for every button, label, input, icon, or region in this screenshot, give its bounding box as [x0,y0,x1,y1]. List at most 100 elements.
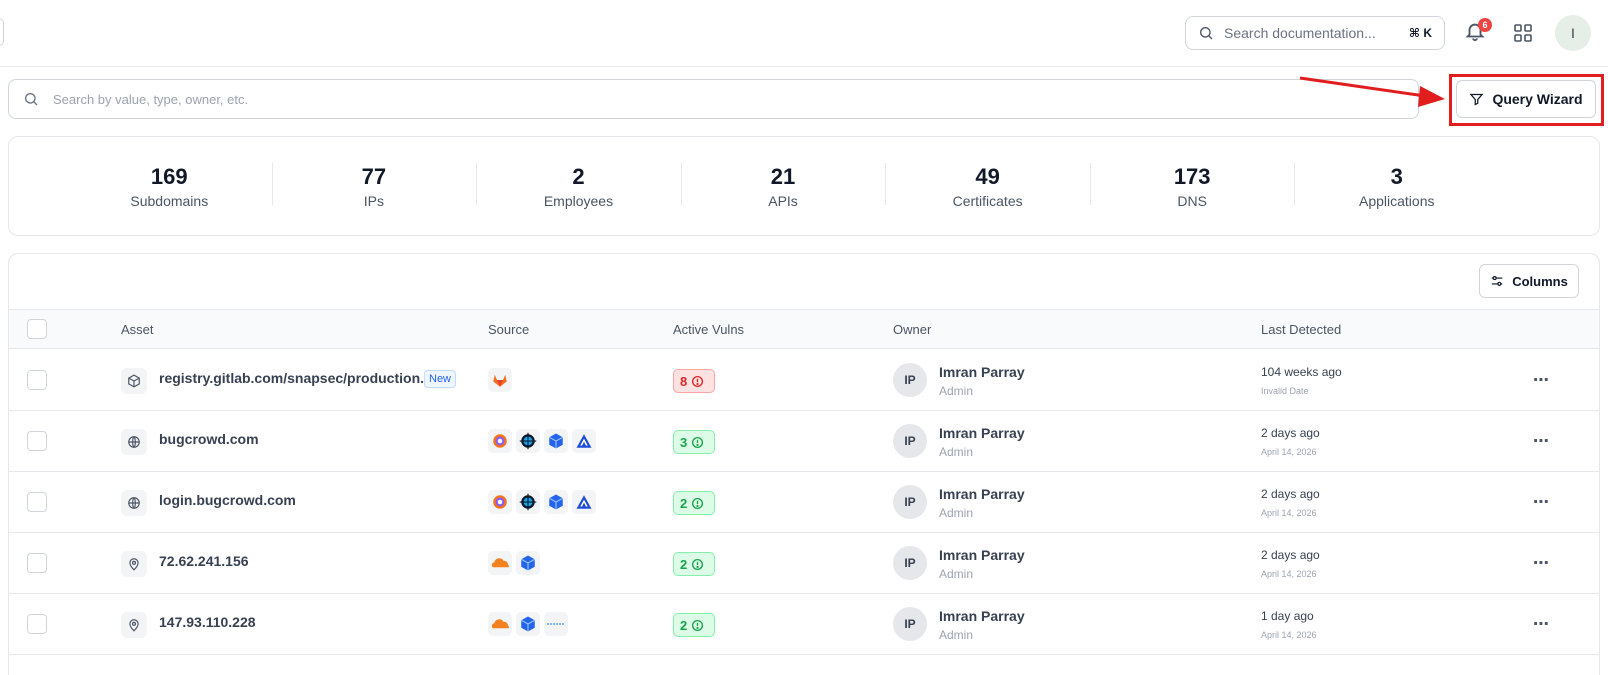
cloudflare-icon [488,612,512,636]
column-header-last-detected[interactable]: Last Detected [1261,322,1341,337]
stat-dns[interactable]: 173 DNS [1089,163,1295,209]
asset-name[interactable]: login.bugcrowd.com [159,492,296,508]
owner-name: Imran Parray [939,486,1025,502]
doc-search-input[interactable]: Search documentation... ⌘ K [1185,16,1445,50]
alert-circle-icon [692,619,704,631]
crosshair-globe-icon [516,490,540,514]
source-icons [488,612,568,636]
row-actions-menu[interactable]: ⋯ [1533,431,1550,451]
target-icon [488,429,512,453]
source-icons [488,551,540,575]
asset-name[interactable]: registry.gitlab.com/snapsec/production..… [159,370,432,386]
assets-table-card: Columns Asset Source Active Vulns Owner … [8,253,1600,675]
stat-subdomains[interactable]: 169 Subdomains [67,163,272,209]
stat-value: 2 [572,164,585,189]
cube-icon [544,490,568,514]
row-actions-menu[interactable]: ⋯ [1533,553,1550,573]
location-pin-icon [121,551,147,577]
stat-employees[interactable]: 2 Employees [476,163,681,209]
search-icon [25,93,38,106]
stat-apis[interactable]: 21 APIs [680,163,886,209]
owner-role: Admin [939,506,974,520]
query-wizard-button[interactable]: Query Wizard [1456,80,1596,118]
grid-icon [1514,24,1532,42]
alert-circle-icon [692,497,704,509]
asset-name[interactable]: 72.62.241.156 [159,553,249,569]
last-detected-date: April 14, 2026 [1261,630,1317,640]
column-header-source[interactable]: Source [488,322,529,337]
location-pin-icon [121,612,147,638]
table-row[interactable]: registry.gitlab.com/snapsec/production..… [9,350,1599,411]
active-vulns-badge[interactable]: 2 [673,552,715,576]
active-vulns-badge[interactable]: 3 [673,430,715,454]
last-detected: 2 days ago [1261,487,1320,501]
cube-icon [516,612,540,636]
last-detected: 1 day ago [1261,609,1314,623]
row-checkbox[interactable] [27,370,47,390]
vuln-count: 2 [680,495,688,511]
container-icon [121,368,147,394]
crosshair-globe-icon [516,429,540,453]
active-vulns-badge[interactable]: 2 [673,491,715,515]
active-vulns-badge[interactable]: 2 [673,613,715,637]
stat-label: APIs [768,193,798,209]
top-bar: Search documentation... ⌘ K 6 I [0,0,1608,67]
last-detected-date: April 14, 2026 [1261,447,1317,457]
owner-role: Admin [939,445,974,459]
owner-avatar: IP [893,485,927,519]
table-row[interactable]: login.bugcrowd.com 2 IP Imran Parray Admin 2 … [9,472,1599,533]
row-checkbox[interactable] [27,492,47,512]
table-row[interactable]: 147.93.110.228 2 IP Imran Parray Admin 1 day … [9,594,1599,655]
columns-button[interactable]: Columns [1479,264,1579,298]
globe-icon [121,429,147,455]
vuln-count: 8 [680,373,688,389]
stat-label: Applications [1359,193,1435,209]
row-actions-menu[interactable]: ⋯ [1533,614,1550,634]
row-actions-menu[interactable]: ⋯ [1533,370,1550,390]
stat-label: Employees [543,193,614,209]
cloudflare-icon [488,551,512,575]
gitlab-icon [488,368,512,392]
user-avatar[interactable]: I [1555,15,1591,51]
column-header-asset[interactable]: Asset [121,322,154,337]
row-checkbox[interactable] [27,553,47,573]
column-header-active-vulns[interactable]: Active Vulns [673,322,744,337]
dots-line-icon [544,612,568,636]
stat-ips[interactable]: 77 IPs [271,163,477,209]
apps-grid-button[interactable] [1513,23,1533,43]
last-detected-date: Invalid Date [1261,386,1309,396]
active-vulns-badge[interactable]: 8 [673,369,715,393]
last-detected: 2 days ago [1261,426,1320,440]
row-actions-menu[interactable]: ⋯ [1533,492,1550,512]
sliders-icon [1491,276,1503,286]
stat-label: DNS [1177,193,1207,209]
sidebar-toggle-edge[interactable] [0,18,4,46]
table-row[interactable]: bugcrowd.com 3 IP Imran Parray Admin 2 days a… [9,411,1599,472]
stat-applications[interactable]: 3 Applications [1294,163,1499,209]
stat-label: Subdomains [130,193,209,209]
last-detected-date: April 14, 2026 [1261,508,1317,518]
select-all-checkbox[interactable] [27,319,47,339]
stat-value: 169 [150,164,188,189]
cube-icon [516,551,540,575]
mountain-icon [572,429,596,453]
notifications-button[interactable]: 6 [1464,18,1492,46]
globe-icon [121,490,147,516]
table-header: Asset Source Active Vulns Owner Last Det… [9,309,1599,349]
owner-avatar: IP [893,424,927,458]
last-detected: 104 weeks ago [1261,365,1342,379]
stat-certificates[interactable]: 49 Certificates [885,163,1090,209]
asset-search-input[interactable]: Search by value, type, owner, etc. [8,79,1419,119]
row-checkbox[interactable] [27,431,47,451]
owner-avatar: IP [893,546,927,580]
row-checkbox[interactable] [27,614,47,634]
mountain-icon [572,490,596,514]
stat-value: 3 [1390,164,1403,189]
asset-name[interactable]: bugcrowd.com [159,431,259,447]
asset-name[interactable]: 147.93.110.228 [159,614,256,630]
column-header-owner[interactable]: Owner [893,322,931,337]
table-row[interactable]: 72.62.241.156 2 IP Imran Parray Admin 2 days … [9,533,1599,594]
owner-name: Imran Parray [939,547,1025,563]
source-icons [488,490,596,514]
last-detected-date: April 14, 2026 [1261,569,1317,579]
